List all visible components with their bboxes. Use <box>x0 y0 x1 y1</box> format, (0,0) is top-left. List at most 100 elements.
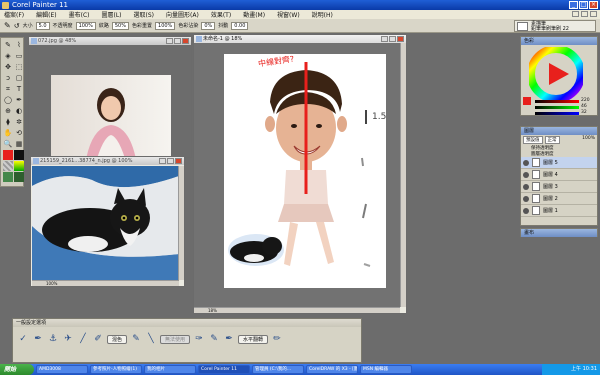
close-button[interactable]: × <box>589 1 598 9</box>
menu-window[interactable]: 視窗(W) <box>277 10 300 19</box>
eye-icon[interactable] <box>523 183 529 190</box>
taskbar-item[interactable]: 參考照片-人物照繪(1) <box>90 365 142 374</box>
main-window-titlebar[interactable]: 未命名-1 @ 18% <box>194 35 406 43</box>
taskbar-item[interactable]: 管理員 (C:\我的... <box>252 365 304 374</box>
text-icon[interactable]: T <box>14 84 24 94</box>
knife-icon[interactable]: ✏ <box>271 333 283 345</box>
anchor-icon[interactable]: ⚓ <box>47 333 59 345</box>
airbrush-icon[interactable]: ✈ <box>62 333 74 345</box>
channels-panel[interactable]: 畫布 <box>520 228 598 237</box>
jitter-field[interactable]: 0.00 <box>231 21 249 30</box>
layer-adjuster-icon[interactable]: ✥ <box>3 62 13 72</box>
layer-row[interactable]: 圖層 4 <box>521 169 597 181</box>
pen-icon[interactable]: ✒ <box>14 95 24 105</box>
color-value-b[interactable]: 32 <box>581 110 587 115</box>
dodge-icon[interactable]: ◐ <box>14 106 24 116</box>
dropper-icon[interactable]: ⌇ <box>14 40 24 50</box>
mirror-icon[interactable]: ⧫ <box>3 117 13 127</box>
shape-icon[interactable]: ◯ <box>3 95 13 105</box>
doc-minimize-button[interactable] <box>572 11 579 17</box>
doc-close-button[interactable] <box>590 11 597 17</box>
pattern-icon[interactable]: ▦ <box>14 139 24 149</box>
size-field[interactable]: 5.0 <box>35 21 50 30</box>
eye-icon[interactable] <box>523 195 529 202</box>
transform-icon[interactable]: ⬚ <box>14 62 24 72</box>
menu-shapes[interactable]: 向量圖形(A) <box>166 10 199 19</box>
drawing-canvas[interactable]: 中線對齊? 1.5 <box>224 54 386 288</box>
eye-icon[interactable] <box>523 159 529 166</box>
cat-horizontal-scrollbar[interactable]: 100% <box>32 280 179 286</box>
magnifier-icon[interactable]: 🔍 <box>3 139 13 149</box>
maximize-button[interactable]: □ <box>579 1 588 9</box>
photo-window-titlebar[interactable]: 072.jpg @ 48% <box>29 37 191 45</box>
menu-select[interactable]: 選取(S) <box>134 10 155 19</box>
main-close-button[interactable] <box>397 36 404 42</box>
rotate-page-icon[interactable]: ⟲ <box>14 128 24 138</box>
layers-opacity-value[interactable]: 100% <box>582 136 595 144</box>
main-horizontal-scrollbar[interactable]: 18% <box>194 307 400 313</box>
smudge-icon[interactable]: ✒ <box>223 333 235 345</box>
eraser-icon[interactable]: ▭ <box>14 51 24 61</box>
crop-icon[interactable]: ⌗ <box>3 84 13 94</box>
brush-icon[interactable]: ✑ <box>193 333 205 345</box>
blend-button[interactable]: 混色 <box>107 334 128 344</box>
rubber-stamp-icon[interactable]: ⊕ <box>3 106 13 116</box>
gradient-swatch[interactable] <box>14 161 24 171</box>
color-wheel[interactable] <box>529 47 583 101</box>
rect-select-icon[interactable]: ▢ <box>14 73 24 83</box>
menu-layers[interactable]: 圖層(L) <box>102 10 122 19</box>
kaleidoscope-icon[interactable]: ✲ <box>14 117 24 127</box>
brush-tool-icon[interactable]: ✎ <box>4 21 11 30</box>
clock[interactable]: 上午 10:31 <box>571 366 597 372</box>
color-value-g[interactable]: 46 <box>581 104 587 109</box>
main-maximize-button[interactable] <box>389 36 396 42</box>
color-value-r[interactable]: 220 <box>581 98 590 103</box>
layer-row[interactable]: 圖層 5 <box>521 157 597 169</box>
drip-icon[interactable]: ✐ <box>92 333 104 345</box>
layer-row[interactable]: 圖層 2 <box>521 193 597 205</box>
nozzle-swatch[interactable] <box>14 172 24 182</box>
cat-window-titlebar[interactable]: 215159_2161...38774_n.jpg @ 100% <box>31 157 184 165</box>
color-slider-g[interactable] <box>535 106 579 109</box>
paint-bucket-icon[interactable]: ◈ <box>3 51 13 61</box>
eye-icon[interactable] <box>523 171 529 178</box>
menu-help[interactable]: 說明(H) <box>312 10 333 19</box>
cat-vertical-scrollbar[interactable] <box>178 166 184 280</box>
menu-canvas[interactable]: 畫布(C) <box>69 10 90 19</box>
lasso-icon[interactable]: ↄ <box>3 73 13 83</box>
photo-maximize-button[interactable] <box>174 38 181 44</box>
brush-icon[interactable]: ✎ <box>3 40 13 50</box>
main-vertical-scrollbar[interactable] <box>400 43 406 307</box>
taskbar-item[interactable]: MSN 編輯器 <box>360 365 412 374</box>
menu-effects[interactable]: 效果(T) <box>211 10 231 19</box>
doc-restore-button[interactable] <box>581 11 588 17</box>
reset-tool-icon[interactable]: ↺ <box>14 22 20 30</box>
taskbar-item[interactable]: AMD3008 <box>36 365 88 374</box>
cat-close-button[interactable] <box>175 158 182 164</box>
brush-stroke-icon[interactable]: ✓ <box>17 333 29 345</box>
paper-swatch[interactable] <box>3 161 13 171</box>
line-icon[interactable]: ╱ <box>77 333 89 345</box>
taskbar-item[interactable]: Corel Painter 11 <box>198 365 250 374</box>
brush-selector[interactable]: 素描筆 鉛筆筆刷筆刷 22 <box>514 20 596 32</box>
layers-mode-select[interactable]: 預設值 <box>523 136 543 144</box>
secondary-color-swatch[interactable] <box>14 150 24 160</box>
eye-icon[interactable] <box>523 207 529 214</box>
color-swatch-preview[interactable] <box>523 97 531 105</box>
resat-field[interactable]: 100% <box>155 21 176 30</box>
bleed-field[interactable]: 0% <box>201 21 216 30</box>
color-slider-r[interactable] <box>535 100 579 103</box>
color-slider-b[interactable] <box>535 112 579 115</box>
grain-field[interactable]: 50% <box>111 21 129 30</box>
cat-maximize-button[interactable] <box>167 158 174 164</box>
pen-icon[interactable]: ✒ <box>32 333 44 345</box>
main-minimize-button[interactable] <box>381 36 388 42</box>
cat-minimize-button[interactable] <box>159 158 166 164</box>
photo-minimize-button[interactable] <box>166 38 173 44</box>
menu-movie[interactable]: 動畫(M) <box>243 10 265 19</box>
layer-row[interactable]: 圖層 3 <box>521 181 597 193</box>
grabber-icon[interactable]: ✋ <box>3 128 13 138</box>
start-button[interactable]: 開始 <box>0 364 34 375</box>
opacity-field[interactable]: 100% <box>75 21 96 30</box>
photo-canvas-area[interactable] <box>29 45 191 165</box>
